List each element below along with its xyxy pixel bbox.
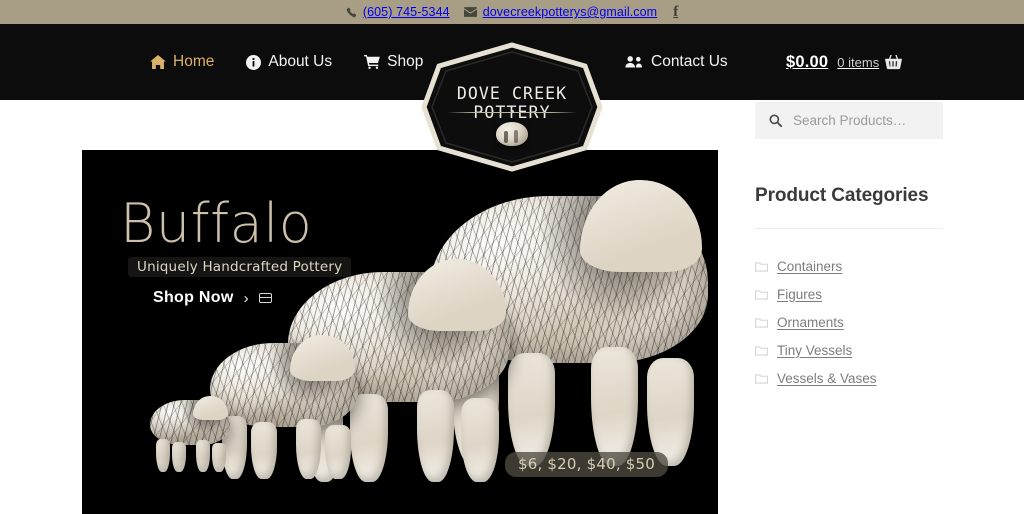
search-icon [769,114,782,127]
info-circle-icon [246,54,262,70]
category-link-vessels-vases[interactable]: Vessels & Vases [777,371,877,386]
home-icon [150,55,166,69]
cart-item-count: 0 items [837,54,880,70]
folder-icon [755,373,768,384]
nav-item-shop[interactable]: Shop [364,53,423,71]
shop-now-button[interactable]: Shop Now › [153,289,272,307]
cart-button[interactable]: $0.00 0 items [786,24,903,100]
nav-links-right: Contact Us [625,24,728,100]
shopping-cart-icon [364,55,380,69]
product-categories-title: Product Categories [755,185,929,206]
nav-item-contact-us-label: Contact Us [651,53,728,70]
hero-subtitle: Uniquely Handcrafted Pottery [128,257,352,277]
users-icon [625,55,644,69]
nav-item-home[interactable]: Home [150,53,214,71]
email-address: dovecreekpotterys@gmail.com [482,5,658,19]
phone-link[interactable]: (605) 745-5344 [346,5,450,19]
shopping-basket-icon [885,54,903,70]
buffalo-figurine-small [150,395,230,472]
cart-total: $0.00 [786,52,829,71]
buffalo-figurine-medium [210,334,358,479]
shop-now-label: Shop Now [153,289,234,306]
folder-icon [755,261,768,272]
list-item[interactable]: Vessels & Vases [755,364,943,392]
folder-icon [755,317,768,328]
card-icon [258,293,272,303]
category-link-ornaments[interactable]: Ornaments [777,315,844,330]
facebook-icon[interactable]: f [673,4,678,20]
folder-icon [755,289,768,300]
site-logo[interactable]: Dove Creek Pottery [417,42,607,172]
search-input[interactable]: Search Products… [755,102,943,139]
nav-links-left: Home About Us Shop [150,24,423,100]
hero-banner[interactable]: Buffalo Uniquely Handcrafted Pottery Sho… [82,150,718,514]
main-navigation-bar: Home About Us Shop Contact Us $0.00 0 it… [0,24,1024,172]
sidebar-divider [755,228,943,229]
hero-price-badge: $6, $20, $40, $50 [505,452,668,477]
email-link[interactable]: dovecreekpotterys@gmail.com [463,5,658,19]
nav-item-contact-us[interactable]: Contact Us [625,53,728,71]
top-contact-bar: (605) 745-5344 dovecreekpotterys@gmail.c… [0,0,1024,24]
phone-icon [346,7,357,18]
category-link-containers[interactable]: Containers [777,259,842,274]
logo-text: Dove Creek Pottery [456,84,568,122]
folder-icon [755,345,768,356]
nav-item-home-label: Home [173,53,215,70]
logo-divider-dot [511,110,514,113]
list-item[interactable]: Ornaments [755,308,943,336]
nav-item-about-us[interactable]: About Us [246,53,332,71]
list-item[interactable]: Figures [755,280,943,308]
envelope-icon [463,7,477,17]
chevron-right-icon: › [243,289,249,307]
list-item[interactable]: Tiny Vessels [755,336,943,364]
hero-title: Buffalo [120,192,313,255]
category-link-tiny-vessels[interactable]: Tiny Vessels [777,343,852,358]
logo-pottery-image [496,122,528,146]
product-categories-list: Containers Figures Ornaments Tiny Vessel… [755,252,943,392]
phone-number: (605) 745-5344 [362,5,450,19]
category-link-figures[interactable]: Figures [777,287,822,302]
nav-item-about-us-label: About Us [268,53,333,70]
search-placeholder: Search Products… [793,113,907,128]
list-item[interactable]: Containers [755,252,943,280]
